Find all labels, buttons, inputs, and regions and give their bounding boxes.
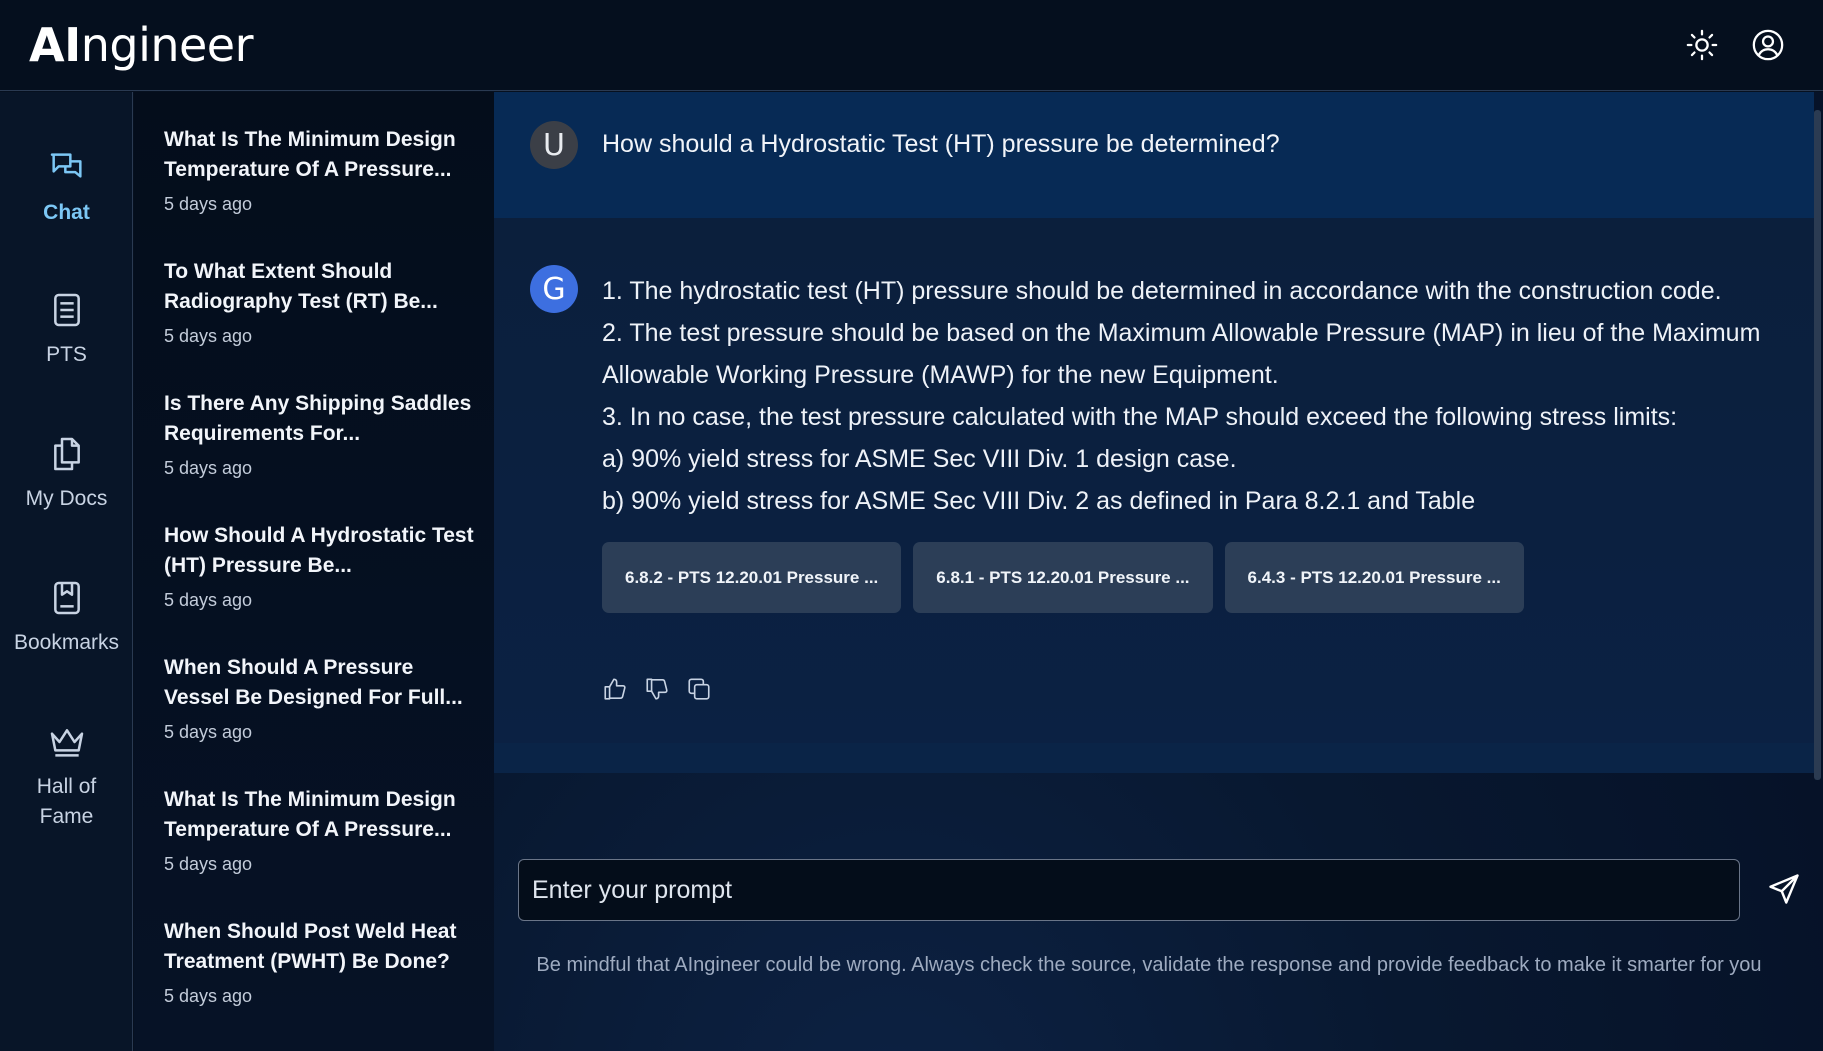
source-list: 6.8.2 - PTS 12.20.01 Pressure ... 6.8.1 … <box>602 542 1524 613</box>
nav-bookmarks[interactable]: Bookmarks <box>0 578 133 658</box>
history-item[interactable]: Is There Any Shipping Saddles Requiremen… <box>164 389 484 479</box>
history-time: 5 days ago <box>164 326 253 346</box>
thumbs-up-icon[interactable] <box>602 676 628 702</box>
nav-label: Bookmarks <box>13 631 120 654</box>
source-button[interactable]: 6.8.1 - PTS 12.20.01 Pressure ... <box>913 542 1213 613</box>
history-item[interactable]: How Should A Hydrostatic Test (HT) Press… <box>164 521 484 611</box>
message-divider <box>494 743 1814 773</box>
chat-history-list: What Is The Minimum Design Temperature O… <box>134 92 494 1051</box>
answer-line: 3. In no case, the test pressure calcula… <box>602 403 1678 431</box>
history-title: What Is The Minimum Design Temperature O… <box>164 128 456 181</box>
chat-scrollbar[interactable] <box>1814 110 1821 780</box>
bookmark-icon <box>53 581 80 615</box>
source-button[interactable]: 6.8.2 - PTS 12.20.01 Pressure ... <box>602 542 902 613</box>
assistant-answer: 1. The hydrostatic test (HT) pressure sh… <box>602 270 1802 522</box>
copy-docs-icon <box>53 437 80 471</box>
nav-chat[interactable]: Chat <box>0 148 133 228</box>
answer-line: Allowable Working Pressure (MAWP) for th… <box>602 361 1279 389</box>
logo-bold: AI <box>29 18 81 72</box>
user-circle-icon[interactable] <box>1749 26 1787 64</box>
send-icon[interactable] <box>1766 871 1804 909</box>
answer-line: b) 90% yield stress for ASME Sec VIII Di… <box>602 487 1476 515</box>
user-message-text: How should a Hydrostatic Test (HT) press… <box>602 130 1280 158</box>
history-time: 5 days ago <box>164 590 253 610</box>
history-time: 5 days ago <box>164 854 253 874</box>
nav-rail: Chat PTS My Docs Bookmarks Hall of Fame <box>0 92 133 1051</box>
assistant-avatar: G <box>530 265 578 313</box>
history-title: Is There Any Shipping Saddles Requiremen… <box>164 392 472 445</box>
thumbs-down-icon[interactable] <box>644 676 670 702</box>
feedback-actions <box>602 676 712 702</box>
nav-pts[interactable]: PTS <box>0 290 133 370</box>
user-message: U How should a Hydrostatic Test (HT) pre… <box>494 92 1814 218</box>
source-button[interactable]: 6.4.3 - PTS 12.20.01 Pressure ... <box>1224 542 1524 613</box>
user-avatar: U <box>530 121 578 169</box>
sun-icon[interactable] <box>1683 26 1721 64</box>
history-title: What Is The Minimum Design Temperature O… <box>164 788 456 841</box>
answer-line: 1. The hydrostatic test (HT) pressure sh… <box>602 277 1722 305</box>
nav-my-docs[interactable]: My Docs <box>0 434 133 514</box>
history-item[interactable]: When Should A Pressure Vessel Be Designe… <box>164 653 484 743</box>
history-item[interactable]: What Is The Minimum Design Temperature O… <box>164 125 484 215</box>
answer-line: a) 90% yield stress for ASME Sec VIII Di… <box>602 445 1237 473</box>
disclaimer-text: Be mindful that AIngineer could be wrong… <box>536 954 1762 976</box>
nav-label: Hall of Fame <box>36 775 97 828</box>
top-bar: AIngineer <box>0 0 1823 91</box>
copy-icon[interactable] <box>686 676 712 702</box>
nav-label: Chat <box>43 201 90 224</box>
chat-main: U How should a Hydrostatic Test (HT) pre… <box>494 92 1823 1051</box>
history-time: 5 days ago <box>164 722 253 742</box>
history-item[interactable]: To What Extent Should Radiography Test (… <box>164 257 484 347</box>
answer-line: 2. The test pressure should be based on … <box>602 319 1761 347</box>
history-time: 5 days ago <box>164 194 253 214</box>
history-time: 5 days ago <box>164 458 253 478</box>
logo-rest: ngineer <box>80 18 254 72</box>
crown-icon <box>50 729 83 757</box>
nav-label: PTS <box>46 343 87 366</box>
nav-hall-of-fame[interactable]: Hall of Fame <box>0 722 133 832</box>
prompt-input[interactable] <box>518 859 1740 921</box>
nav-label: My Docs <box>25 487 108 510</box>
history-title: How Should A Hydrostatic Test (HT) Press… <box>164 524 474 577</box>
chat-icon <box>50 153 82 178</box>
app-logo[interactable]: AIngineer <box>29 18 254 72</box>
history-item[interactable]: When Should Post Weld Heat Treatment (PW… <box>164 917 484 1007</box>
history-time: 5 days ago <box>164 986 253 1006</box>
history-item[interactable]: What Is The Minimum Design Temperature O… <box>164 785 484 875</box>
history-title: When Should A Pressure Vessel Be Designe… <box>164 656 463 709</box>
history-title: When Should Post Weld Heat Treatment (PW… <box>164 920 457 973</box>
history-title: To What Extent Should Radiography Test (… <box>164 260 438 313</box>
document-icon <box>53 293 80 327</box>
